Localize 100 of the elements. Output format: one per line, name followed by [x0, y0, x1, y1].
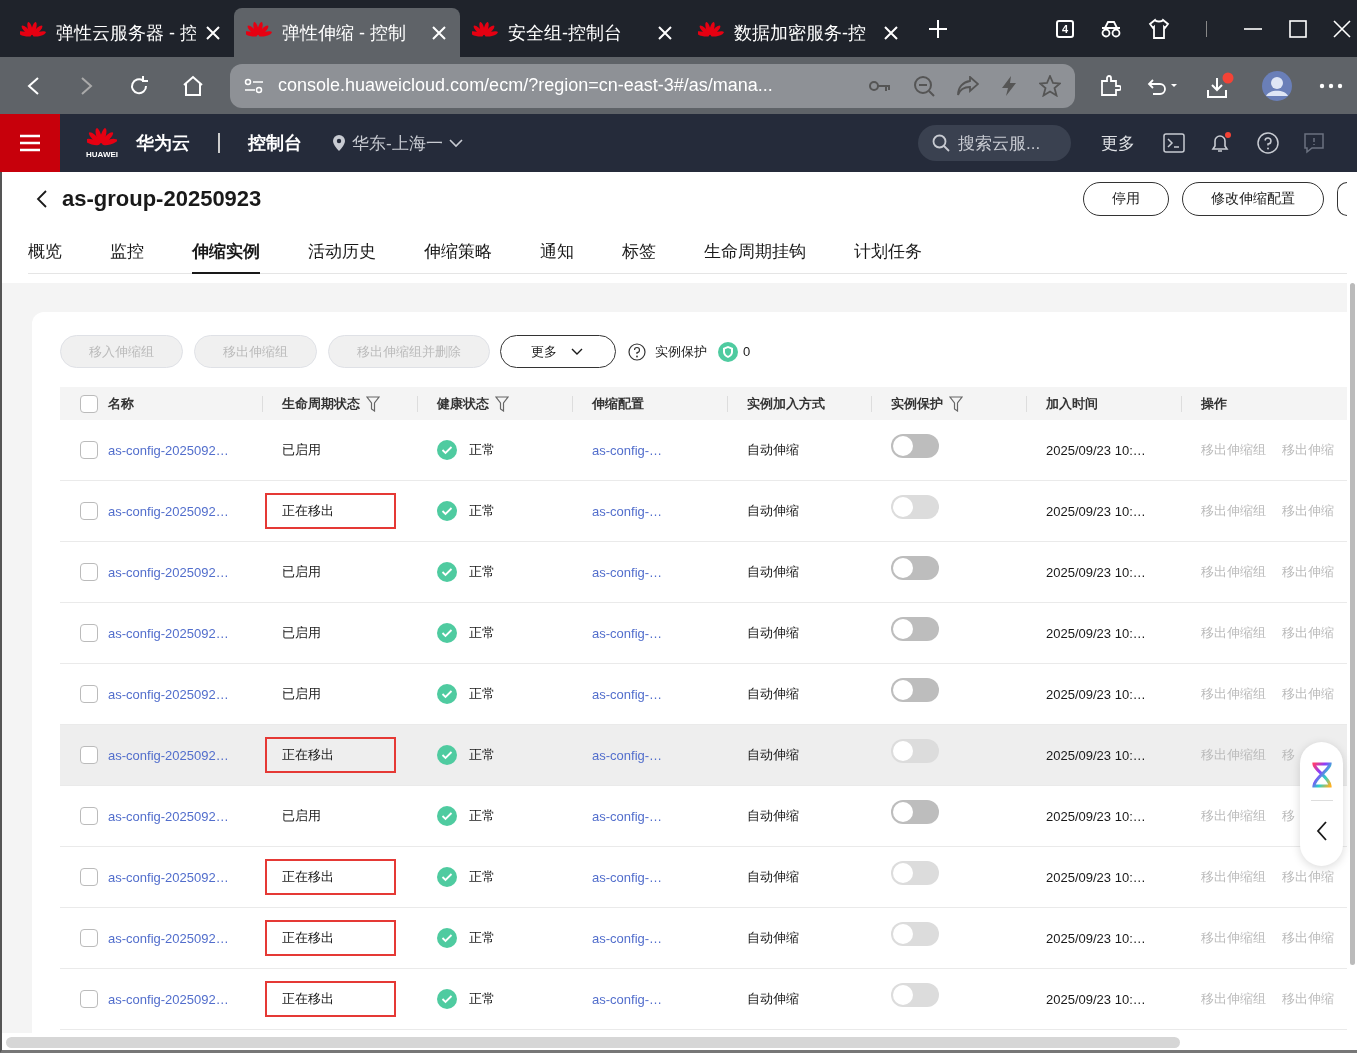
instance-link[interactable]: as-config-2025092…	[108, 442, 229, 458]
health-status: 正常	[469, 502, 495, 520]
instance-link[interactable]: as-config-2025092…	[108, 808, 229, 824]
row-checkbox[interactable]	[80, 563, 98, 581]
ribbon-icon[interactable]	[1310, 762, 1333, 788]
join-time: 2025/09/23 10:…	[1046, 869, 1146, 885]
refresh-icon[interactable]	[128, 74, 150, 97]
config-link[interactable]: as-config-…	[592, 808, 663, 824]
plus-icon[interactable]	[928, 18, 948, 39]
maximize-icon[interactable]	[1289, 19, 1307, 38]
instance-link[interactable]: as-config-2025092…	[108, 869, 229, 885]
tab[interactable]: 计划任务	[854, 225, 922, 274]
shirt-icon[interactable]	[1148, 17, 1170, 40]
star-icon[interactable]	[1039, 74, 1061, 97]
lifecycle-status: 正在移出	[265, 737, 396, 773]
tab[interactable]: 伸缩实例	[192, 225, 260, 274]
filter-icon[interactable]	[949, 395, 963, 412]
action-button[interactable]: 停用	[1083, 182, 1169, 216]
config-link[interactable]: as-config-…	[592, 747, 663, 763]
row-checkbox[interactable]	[80, 624, 98, 642]
protection-toggle[interactable]	[891, 800, 939, 825]
check-circle-icon	[437, 867, 457, 887]
instance-link[interactable]: as-config-2025092…	[108, 991, 229, 1007]
action-button[interactable]	[1337, 182, 1347, 216]
row-checkbox[interactable]	[80, 685, 98, 703]
health-status: 正常	[469, 441, 495, 459]
puzzle-icon[interactable]	[1099, 74, 1121, 97]
join-time: 2025/09/23 10:…	[1046, 564, 1146, 580]
instance-link[interactable]: as-config-2025092…	[108, 930, 229, 946]
instance-link[interactable]: as-config-2025092…	[108, 625, 229, 641]
protection-toggle[interactable]	[891, 617, 939, 642]
help-icon[interactable]	[628, 342, 646, 361]
row-checkbox[interactable]	[80, 990, 98, 1008]
brand-name[interactable]: 华为云	[136, 131, 190, 155]
config-link[interactable]: as-config-…	[592, 442, 663, 458]
row-checkbox[interactable]	[80, 929, 98, 947]
region-select[interactable]: 华东-上海一	[332, 131, 463, 155]
health-status: 正常	[469, 929, 495, 947]
vertical-scrollbar[interactable]	[1350, 283, 1355, 965]
address-bar[interactable]: console.huaweicloud.com/ecm/?region=cn-east-3#/as/mana...	[230, 63, 1075, 108]
select-all-checkbox[interactable]	[80, 394, 98, 413]
console-link[interactable]: 控制台	[248, 131, 302, 155]
row-checkbox[interactable]	[80, 868, 98, 886]
close-icon[interactable]	[884, 25, 898, 40]
action-button[interactable]: 修改伸缩配置	[1182, 182, 1324, 216]
join-time: 2025/09/23 10:…	[1046, 808, 1146, 824]
row-checkbox[interactable]	[80, 807, 98, 825]
tab-count[interactable]: 4	[1056, 19, 1074, 38]
lifecycle-status: 正在移出	[265, 920, 396, 956]
tab[interactable]: 伸缩策略	[424, 225, 492, 274]
tab[interactable]: 生命周期挂钩	[704, 225, 806, 274]
protection-toggle[interactable]	[891, 434, 939, 459]
config-link[interactable]: as-config-…	[592, 564, 663, 580]
huawei-logo[interactable]: HUAWEI	[86, 127, 118, 159]
horizontal-scrollbar[interactable]	[6, 1037, 1180, 1048]
join-mode: 自动伸缩	[747, 625, 799, 640]
tab[interactable]: 活动历史	[308, 225, 376, 274]
browser-tab[interactable]: 弹性伸缩 - 控制	[234, 8, 460, 57]
instance-link[interactable]: as-config-2025092…	[108, 564, 229, 580]
filter-icon[interactable]	[366, 395, 380, 412]
tab[interactable]: 通知	[540, 225, 574, 274]
home-icon[interactable]	[182, 74, 204, 97]
tab[interactable]: 概览	[28, 225, 62, 274]
download-icon[interactable]	[1205, 71, 1235, 100]
row-checkbox[interactable]	[80, 502, 98, 520]
config-link[interactable]: as-config-…	[592, 930, 663, 946]
close-icon[interactable]	[1333, 19, 1351, 38]
instance-link[interactable]: as-config-2025092…	[108, 747, 229, 763]
glasses-icon[interactable]	[1100, 19, 1122, 38]
bell-icon[interactable]	[1209, 131, 1233, 155]
tab[interactable]: 标签	[622, 225, 656, 274]
more-button[interactable]: 更多	[500, 335, 616, 368]
check-circle-icon	[437, 440, 457, 460]
close-icon[interactable]	[206, 25, 220, 40]
config-link[interactable]: as-config-…	[592, 869, 663, 885]
instance-link[interactable]: as-config-2025092…	[108, 503, 229, 519]
instance-link[interactable]: as-config-2025092…	[108, 686, 229, 702]
terminal-icon[interactable]	[1163, 133, 1185, 153]
tab[interactable]: 监控	[110, 225, 144, 274]
browser-tab[interactable]: 安全组-控制台	[460, 8, 686, 57]
protection-toggle[interactable]	[891, 678, 939, 703]
close-icon[interactable]	[432, 25, 446, 40]
more-icon[interactable]	[1319, 82, 1343, 89]
more-menu[interactable]: 更多	[1101, 131, 1135, 155]
avatar-icon[interactable]	[1261, 69, 1293, 102]
chevron-left-icon[interactable]	[1315, 821, 1328, 841]
protection-toggle[interactable]	[891, 556, 939, 581]
close-icon[interactable]	[658, 25, 672, 40]
menu-button[interactable]	[0, 114, 60, 172]
config-link[interactable]: as-config-…	[592, 991, 663, 1007]
config-link[interactable]: as-config-…	[592, 625, 663, 641]
config-link[interactable]: as-config-…	[592, 503, 663, 519]
back-icon[interactable]	[36, 190, 48, 208]
row-checkbox[interactable]	[80, 746, 98, 764]
feedback-icon[interactable]	[1303, 132, 1325, 154]
browser-tab[interactable]: 数据加密服务-控	[686, 8, 912, 57]
row-checkbox[interactable]	[80, 441, 98, 459]
config-link[interactable]: as-config-…	[592, 686, 663, 702]
search-field[interactable]: 搜索云服...	[918, 125, 1071, 161]
filter-icon[interactable]	[495, 395, 509, 412]
